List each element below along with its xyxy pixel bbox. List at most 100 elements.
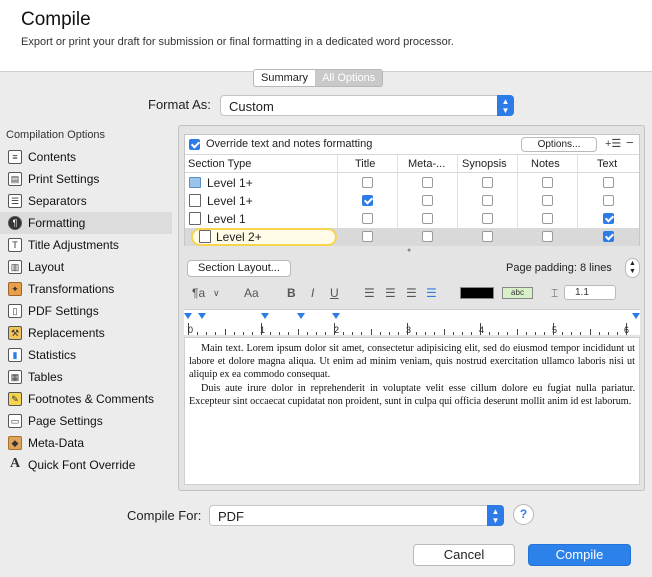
notes-checkbox[interactable] bbox=[542, 213, 553, 224]
table-row[interactable]: Level 1+ bbox=[185, 192, 639, 210]
tables-icon: ▦ bbox=[8, 370, 22, 384]
ruler[interactable]: 0 1 2 3 4 5 6 bbox=[184, 309, 640, 335]
left-indent-marker[interactable] bbox=[198, 313, 206, 319]
sidebar-item-separators[interactable]: ☰ Separators bbox=[0, 190, 172, 212]
add-level-icon[interactable]: +☰ bbox=[605, 137, 621, 150]
line-spacing-select[interactable]: 1.1 bbox=[564, 285, 616, 300]
meta-checkbox[interactable] bbox=[422, 213, 433, 224]
tab-stop-marker[interactable] bbox=[297, 313, 305, 319]
compile-for-select[interactable]: PDF ▲ ▼ bbox=[209, 505, 504, 526]
sidebar-item-layout[interactable]: ▥ Layout bbox=[0, 256, 172, 278]
sidebar-item-label: Meta-Data bbox=[28, 436, 85, 450]
options-button[interactable]: Options... bbox=[521, 137, 597, 152]
ruler-tick bbox=[507, 332, 509, 335]
tab-stop-marker[interactable] bbox=[261, 313, 269, 319]
compile-button[interactable]: Compile bbox=[528, 544, 631, 566]
cancel-button[interactable]: Cancel bbox=[413, 544, 515, 566]
text-checkbox[interactable] bbox=[603, 213, 614, 224]
notes-checkbox[interactable] bbox=[542, 195, 553, 206]
document-icon bbox=[199, 230, 211, 243]
title-checkbox[interactable] bbox=[362, 177, 373, 188]
align-left-icon[interactable]: ☰ bbox=[364, 286, 375, 300]
table-header: Section Type Title Meta-... Synopsis Not… bbox=[185, 155, 639, 173]
sidebar-item-title-adjustments[interactable]: T Title Adjustments bbox=[0, 234, 172, 256]
highlight-color-well[interactable]: abc bbox=[502, 287, 533, 299]
section-layout-button[interactable]: Section Layout... bbox=[187, 260, 291, 277]
text-checkbox[interactable] bbox=[603, 177, 614, 188]
row-edit-field[interactable] bbox=[191, 228, 337, 246]
sidebar-item-statistics[interactable]: ▮ Statistics bbox=[0, 344, 172, 366]
synopsis-checkbox[interactable] bbox=[482, 195, 493, 206]
title-checkbox[interactable] bbox=[362, 195, 373, 206]
sidebar-item-print-settings[interactable]: ▤ Print Settings bbox=[0, 168, 172, 190]
notes-checkbox[interactable] bbox=[542, 177, 553, 188]
row-label: Level 1 bbox=[207, 212, 246, 226]
sidebar-item-meta-data[interactable]: ◆ Meta-Data bbox=[0, 432, 172, 454]
sidebar-item-transformations[interactable]: ✦ Transformations bbox=[0, 278, 172, 300]
meta-checkbox[interactable] bbox=[422, 195, 433, 206]
align-justify-icon[interactable]: ☰ bbox=[426, 286, 437, 300]
title-checkbox[interactable] bbox=[362, 213, 373, 224]
sidebar-item-quick-font-override[interactable]: A Quick Font Override bbox=[0, 454, 172, 476]
ruler-tick bbox=[416, 332, 418, 335]
tab-stop-marker[interactable] bbox=[332, 313, 340, 319]
meta-checkbox[interactable] bbox=[422, 231, 433, 242]
table-row[interactable]: Level 2+ bbox=[185, 228, 639, 246]
sample-paragraph: Duis aute irure dolor in reprehenderit i… bbox=[189, 382, 635, 407]
ruler-tick bbox=[197, 332, 199, 335]
right-indent-marker[interactable] bbox=[632, 313, 640, 319]
synopsis-checkbox[interactable] bbox=[482, 177, 493, 188]
table-row[interactable]: Level 1+ bbox=[185, 174, 639, 192]
italic-button[interactable]: I bbox=[311, 286, 314, 300]
sidebar-item-page-settings[interactable]: ▭ Page Settings bbox=[0, 410, 172, 432]
select-arrows-icon: ▲ ▼ bbox=[487, 505, 504, 526]
ruler-tick bbox=[324, 332, 326, 335]
sidebar-item-label: Quick Font Override bbox=[28, 458, 136, 472]
split-handle-icon[interactable]: ● bbox=[407, 247, 411, 254]
font-size-icon[interactable]: Aa bbox=[244, 286, 259, 300]
sidebar-item-contents[interactable]: ≡ Contents bbox=[0, 146, 172, 168]
format-as-value: Custom bbox=[229, 99, 274, 114]
sidebar-item-tables[interactable]: ▦ Tables bbox=[0, 366, 172, 388]
bold-button[interactable]: B bbox=[287, 286, 296, 300]
sidebar-item-footnotes[interactable]: ✎ Footnotes & Comments bbox=[0, 388, 172, 410]
ruler-tick bbox=[616, 332, 618, 335]
tab-summary[interactable]: Summary bbox=[254, 70, 316, 86]
title-checkbox[interactable] bbox=[362, 231, 373, 242]
align-right-icon[interactable]: ☰ bbox=[406, 286, 417, 300]
sidebar-item-replacements[interactable]: ⚒ Replacements bbox=[0, 322, 172, 344]
text-checkbox[interactable] bbox=[603, 195, 614, 206]
align-center-icon[interactable]: ☰ bbox=[385, 286, 396, 300]
ruler-tick bbox=[361, 332, 363, 335]
page-padding-stepper[interactable]: ▲ ▼ bbox=[625, 258, 640, 278]
paragraph-style-icon[interactable]: ¶a bbox=[192, 286, 205, 300]
ruler-tick bbox=[370, 329, 372, 335]
compile-for-value: PDF bbox=[218, 509, 244, 524]
synopsis-checkbox[interactable] bbox=[482, 231, 493, 242]
ruler-number: 2 bbox=[334, 325, 340, 335]
sidebar-item-formatting[interactable]: ¶ Formatting bbox=[0, 212, 172, 234]
ruler-tick bbox=[571, 332, 573, 335]
text-checkbox[interactable] bbox=[603, 231, 614, 242]
row-label: Level 1+ bbox=[207, 176, 253, 190]
sample-text-editor[interactable]: Main text. Lorem ipsum dolor sit amet, c… bbox=[184, 337, 640, 485]
meta-checkbox[interactable] bbox=[422, 177, 433, 188]
underline-button[interactable]: U bbox=[330, 286, 339, 300]
compile-for-label: Compile For: bbox=[127, 508, 202, 523]
header: Compile Export or print your draft for s… bbox=[0, 0, 652, 72]
sidebar-item-pdf-settings[interactable]: ▯ PDF Settings bbox=[0, 300, 172, 322]
text-color-well[interactable] bbox=[460, 287, 494, 299]
notes-checkbox[interactable] bbox=[542, 231, 553, 242]
ruler-tick bbox=[425, 332, 427, 335]
format-as-select[interactable]: Custom ▲ ▼ bbox=[220, 95, 514, 116]
ruler-tick bbox=[543, 332, 545, 335]
help-button[interactable]: ? bbox=[513, 504, 534, 525]
tab-all-options[interactable]: All Options bbox=[315, 70, 383, 86]
sidebar-item-label: Replacements bbox=[28, 326, 105, 340]
page-subtitle: Export or print your draft for submissio… bbox=[21, 36, 454, 48]
first-indent-marker[interactable] bbox=[184, 313, 192, 319]
remove-level-icon[interactable]: − bbox=[626, 135, 634, 150]
table-row[interactable]: Level 1 bbox=[185, 210, 639, 228]
synopsis-checkbox[interactable] bbox=[482, 213, 493, 224]
override-checkbox[interactable] bbox=[189, 139, 200, 150]
